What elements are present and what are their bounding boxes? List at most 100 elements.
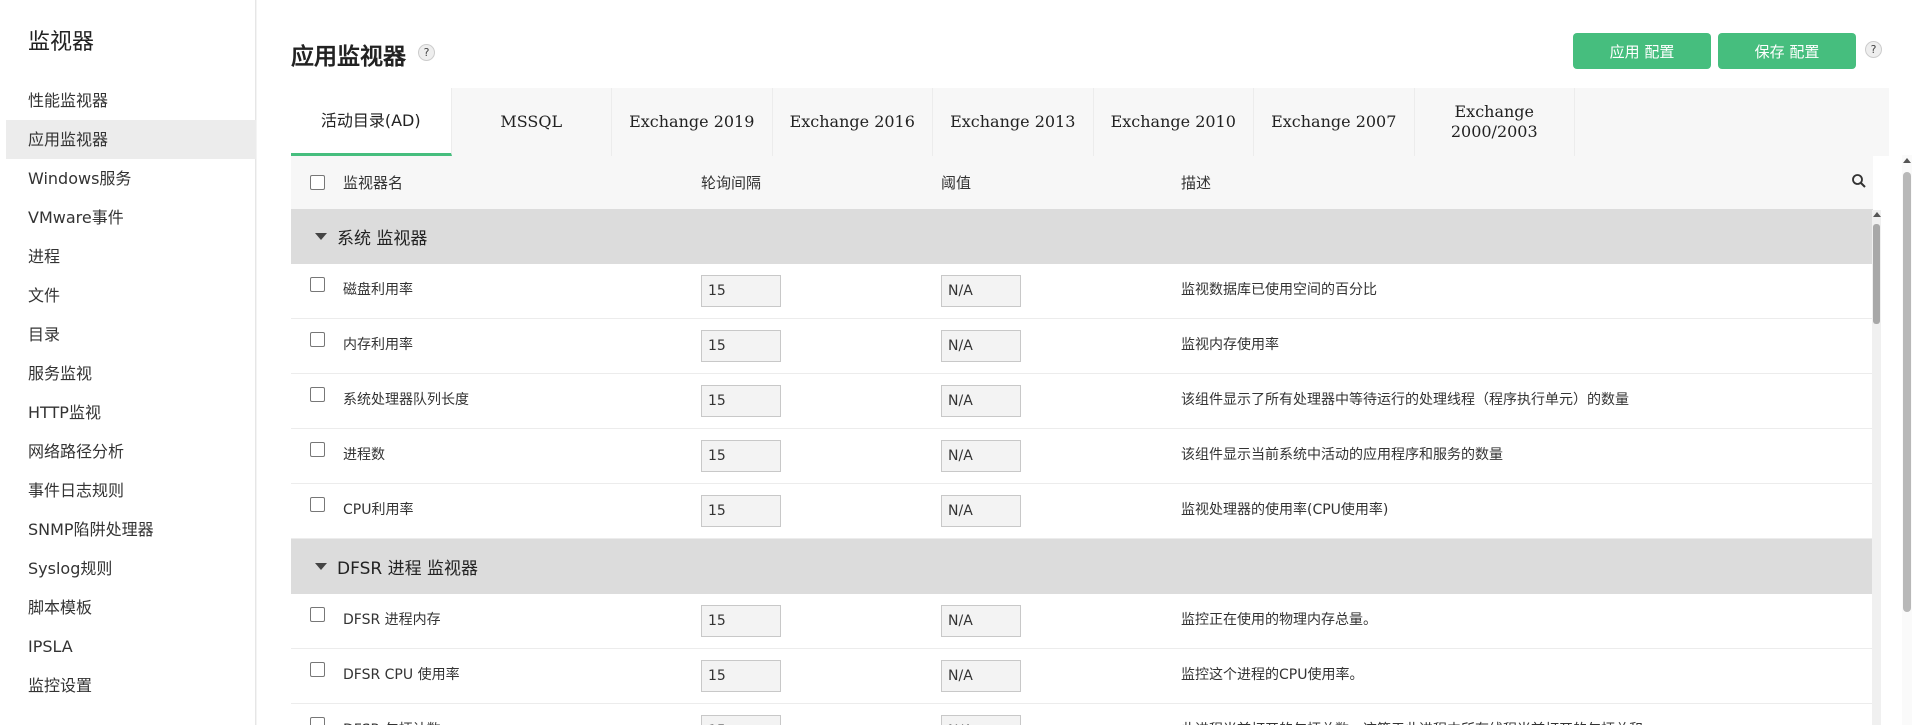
monitor-name: 进程数 (343, 447, 385, 463)
monitor-name: 内存利用率 (343, 337, 413, 353)
row-checkbox[interactable] (309, 497, 325, 512)
monitor-name: CPU利用率 (343, 502, 414, 518)
search-icon[interactable] (1851, 173, 1867, 189)
monitor-name: 系统处理器队列长度 (343, 392, 469, 408)
caret-down-icon (315, 563, 327, 570)
table-row: DFSR CPU 使用率 监控这个进程的CPU使用率。 (291, 649, 1873, 704)
interval-input[interactable] (701, 385, 781, 417)
threshold-input[interactable] (941, 605, 1021, 637)
row-checkbox[interactable] (309, 662, 325, 677)
table-row: CPU利用率 监视处理器的使用率(CPU使用率) (291, 484, 1873, 539)
tab[interactable]: Exchange 2013 (933, 88, 1094, 156)
sidebar-item[interactable]: VMware事件 (0, 198, 256, 237)
monitor-name: DFSR 进程内存 (343, 612, 441, 628)
scrollbar-thumb[interactable] (1873, 224, 1880, 324)
threshold-input[interactable] (941, 385, 1021, 417)
main-panel: 应用监视器 ? 应用 配置 保存 配置 ? 活动目录(AD) MSSQL Excha… (257, 0, 1919, 725)
interval-input[interactable] (701, 495, 781, 527)
tab[interactable]: MSSQL (452, 88, 612, 156)
monitor-description: 监视内存使用率 (1181, 337, 1279, 353)
table-scrollbar[interactable] (1872, 210, 1881, 725)
threshold-input[interactable] (941, 440, 1021, 472)
interval-input[interactable] (701, 715, 781, 725)
column-header-name: 监视器名 (343, 174, 404, 192)
page-title: 应用监视器 (291, 44, 406, 70)
interval-input[interactable] (701, 275, 781, 307)
group-header[interactable]: 系统 监视器 (291, 209, 1873, 264)
threshold-input[interactable] (941, 275, 1021, 307)
group-title: 系统 监视器 (337, 229, 428, 249)
monitor-name: 磁盘利用率 (343, 282, 413, 298)
row-checkbox[interactable] (309, 387, 325, 402)
sidebar-item[interactable]: 进程 (0, 237, 256, 276)
sidebar-item[interactable]: 服务监视 (0, 354, 256, 393)
sidebar-item[interactable]: 目录 (0, 315, 256, 354)
interval-input[interactable] (701, 605, 781, 637)
monitor-description: 此进程当前打开的句柄总数。这等于此进程中所有线程当前打开的句柄总和。 (1181, 704, 1873, 725)
sidebar-menu: 性能监视器 应用监视器 Windows服务 VMware事件 进程 文件 目录 服务监视 HTT… (0, 81, 256, 705)
group-header[interactable]: DFSR 进程 监视器 (291, 539, 1873, 594)
tab[interactable]: Exchange 2010 (1094, 88, 1254, 156)
sidebar-item[interactable]: 网络路径分析 (0, 432, 256, 471)
tab[interactable]: Exchange 2016 (773, 88, 933, 156)
sidebar-item[interactable]: 文件 (0, 276, 256, 315)
monitor-name: DFSR 句柄计数 (343, 704, 701, 725)
row-checkbox[interactable] (309, 332, 325, 347)
monitor-description: 该组件显示当前系统中活动的应用程序和服务的数量 (1181, 447, 1503, 463)
sidebar-item[interactable]: Syslog规则 (0, 549, 256, 588)
row-checkbox[interactable] (309, 277, 325, 292)
tab[interactable]: Exchange 2007 (1254, 88, 1415, 156)
monitor-table: 监视器名 轮询间隔 阈值 描述 系统 监视器磁盘利用率 监视数据库已使用空间的百分… (291, 156, 1873, 725)
help-icon[interactable]: ? (1865, 41, 1882, 58)
sidebar-item[interactable]: HTTP监视 (0, 393, 256, 432)
select-all-checkbox[interactable] (309, 175, 325, 190)
sidebar-item[interactable]: 性能监视器 (0, 81, 256, 120)
monitor-description: 该组件显示了所有处理器中等待运行的处理线程（程序执行单元）的数量 (1181, 392, 1629, 408)
sidebar-item[interactable]: 监控设置 (0, 666, 256, 705)
sidebar-title: 监视器 (28, 30, 95, 55)
threshold-input[interactable] (941, 660, 1021, 692)
group-title: DFSR 进程 监视器 (337, 559, 478, 579)
table-header: 监视器名 轮询间隔 阈值 描述 (291, 156, 1873, 209)
sidebar-item[interactable]: Windows服务 (0, 159, 256, 198)
table-row: 磁盘利用率 监视数据库已使用空间的百分比 (291, 264, 1873, 319)
table-row: 进程数 该组件显示当前系统中活动的应用程序和服务的数量 (291, 429, 1873, 484)
app-window: 监视器 性能监视器 应用监视器 Windows服务 VMware事件 进程 文件 目录 服务监… (0, 0, 1919, 725)
threshold-input[interactable] (941, 330, 1021, 362)
threshold-input[interactable] (941, 495, 1021, 527)
sidebar-item[interactable]: 事件日志规则 (0, 471, 256, 510)
apply-config-button[interactable]: 应用 配置 (1573, 33, 1711, 69)
sidebar-item[interactable]: SNMP陷阱处理器 (0, 510, 256, 549)
row-checkbox[interactable] (309, 717, 325, 725)
table-row: 系统处理器队列长度 该组件显示了所有处理器中等待运行的处理线程（程序执行单元）的数… (291, 374, 1873, 429)
row-checkbox[interactable] (309, 442, 325, 457)
sidebar-item[interactable]: 应用监视器 (6, 120, 256, 159)
interval-input[interactable] (701, 330, 781, 362)
sidebar-item[interactable]: 脚本模板 (0, 588, 256, 627)
scroll-up-arrow-icon[interactable] (1903, 158, 1911, 163)
tab[interactable]: 活动目录(AD) (291, 88, 452, 156)
interval-input[interactable] (701, 440, 781, 472)
save-config-button[interactable]: 保存 配置 (1718, 33, 1856, 69)
row-checkbox[interactable] (309, 607, 325, 622)
help-icon[interactable]: ? (418, 44, 435, 61)
table-body: 系统 监视器磁盘利用率 监视数据库已使用空间的百分比内存利用率 监视内存使用率系统处… (291, 209, 1873, 725)
threshold-input[interactable] (941, 715, 1021, 725)
scroll-up-arrow-icon[interactable] (1873, 212, 1881, 217)
interval-input[interactable] (701, 660, 781, 692)
column-header-description: 描述 (1181, 174, 1212, 192)
table-row: DFSR 进程内存 监控正在使用的物理内存总量。 (291, 594, 1873, 649)
scrollbar-thumb[interactable] (1903, 172, 1911, 612)
caret-down-icon (315, 233, 327, 240)
monitor-description: 监控正在使用的物理内存总量。 (1181, 612, 1377, 628)
monitor-name: DFSR CPU 使用率 (343, 667, 460, 683)
table-row: 内存利用率 监视内存使用率 (291, 319, 1873, 374)
tab[interactable]: Exchange 2019 (612, 88, 773, 156)
sidebar: 监视器 性能监视器 应用监视器 Windows服务 VMware事件 进程 文件 目录 服务监… (0, 0, 256, 725)
tab[interactable]: Exchange 2000/2003 (1415, 88, 1575, 156)
column-header-threshold: 阈值 (941, 174, 972, 192)
sidebar-item[interactable]: IPSLA (0, 627, 256, 666)
page-scrollbar[interactable] (1902, 155, 1912, 725)
monitor-description: 监视处理器的使用率(CPU使用率) (1181, 502, 1389, 518)
table-row: DFSR 句柄计数 此进程当前打开的句柄总数。这等于此进程中所有线程当前打开的句柄… (291, 704, 1873, 725)
